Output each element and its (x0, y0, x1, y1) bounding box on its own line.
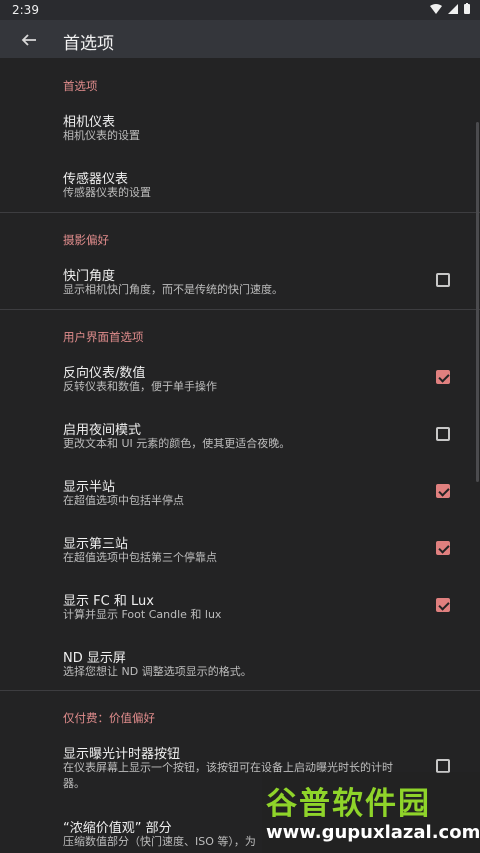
item-summary: 在超值选项中包括半停点 (63, 494, 184, 507)
section-header-photography: 摄影偏好 (63, 233, 109, 247)
item-summary: 显示相机快门角度，而不是传统的快门速度。 (63, 283, 283, 296)
watermark: 谷普软件园 www.gupuxlazal.com (262, 772, 480, 853)
item-summary: 反转仪表和数值，便于单手操作 (63, 380, 217, 393)
back-button[interactable] (18, 29, 40, 51)
item-summary: 压缩数值部分（快门速度、ISO 等），为 (63, 835, 256, 848)
section-divider (0, 309, 480, 310)
section-divider (0, 690, 480, 691)
section-header-preferences: 首选项 (63, 79, 98, 93)
status-bar: 2:39 (0, 0, 480, 20)
exposure-timer-checkbox[interactable] (436, 759, 450, 773)
item-summary: 选择您想让 ND 调整选项显示的格式。 (63, 665, 252, 678)
item-summary: 在超值选项中包括第三个停靠点 (63, 551, 217, 564)
third-stops-checkbox[interactable] (436, 541, 450, 555)
page-title: 首选项 (63, 34, 114, 54)
app-bar: 首选项 (0, 20, 480, 58)
half-stops-checkbox[interactable] (436, 484, 450, 498)
scrollbar[interactable] (476, 122, 479, 482)
item-summary: 计算并显示 Foot Candle 和 lux (63, 608, 222, 621)
section-header-paid: 仅付费：价值偏好 (63, 711, 155, 725)
preferences-list[interactable]: 首选项 相机仪表 相机仪表的设置 传感器仪表 传感器仪表的设置 摄影偏好 快门角… (0, 58, 480, 853)
wifi-icon (430, 3, 442, 14)
signal-icon (448, 3, 458, 14)
battery-icon (464, 3, 470, 14)
watermark-url: www.gupuxlazal.com (266, 822, 480, 843)
item-summary: 传感器仪表的设置 (63, 186, 151, 199)
fc-lux-checkbox[interactable] (436, 598, 450, 612)
section-divider (0, 212, 480, 213)
status-time: 2:39 (12, 3, 39, 17)
night-mode-checkbox[interactable] (436, 427, 450, 441)
item-summary: 相机仪表的设置 (63, 129, 140, 142)
reverse-meter-checkbox[interactable] (436, 370, 450, 384)
item-summary-line2: 器。 (63, 777, 85, 790)
watermark-brand: 谷普软件园 (266, 786, 431, 822)
status-icons (430, 3, 470, 14)
section-header-ui: 用户界面首选项 (63, 330, 144, 344)
item-summary: 更改文本和 UI 元素的颜色，使其更适合夜晚。 (63, 437, 291, 450)
arrow-left-icon (21, 34, 36, 46)
shutter-angle-checkbox[interactable] (436, 273, 450, 287)
